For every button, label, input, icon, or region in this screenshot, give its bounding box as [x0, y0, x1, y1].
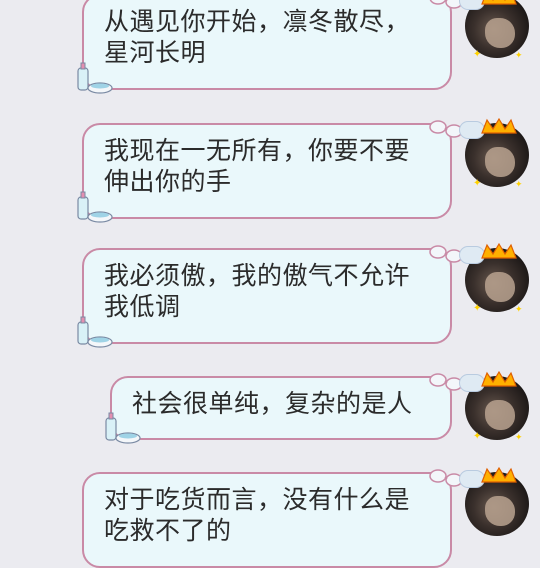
svg-text:✦: ✦ [515, 180, 523, 189]
svg-text:✦: ✦ [515, 433, 523, 442]
message-text: 社会很单纯，复杂的是人 [132, 389, 413, 418]
sparkle-icon: ✦ ✦ [473, 49, 523, 60]
message-text: 我必须傲，我的傲气不允许我低调 [104, 261, 411, 321]
sparkle-icon: ✦ ✦ [473, 431, 523, 442]
sparkle-icon: ✦ ✦ [473, 178, 523, 189]
svg-text:✦: ✦ [515, 305, 523, 314]
avatar[interactable]: ✦ ✦ [459, 117, 529, 189]
message-text: 从遇见你开始，凛冬散尽，星河长明 [104, 7, 411, 67]
message-bubble[interactable]: 社会很单纯，复杂的是人 [105, 373, 463, 444]
message-bubble[interactable]: 对于吃货而言，没有什么是吃救不了的 [82, 469, 463, 568]
avatar[interactable] [459, 466, 529, 536]
svg-text:✦: ✦ [473, 431, 481, 442]
sticker-badge-icon [481, 370, 517, 387]
svg-text:✦: ✦ [473, 49, 481, 60]
lotion-bottle-icon [77, 316, 113, 348]
message-bubble[interactable]: 我必须傲，我的傲气不允许我低调 [77, 245, 463, 348]
svg-text:✦: ✦ [473, 178, 481, 189]
svg-text:✦: ✦ [473, 303, 481, 314]
sticker-badge-icon [481, 466, 517, 483]
sparkle-icon: ✦ ✦ [473, 303, 523, 314]
svg-text:✦: ✦ [515, 51, 523, 60]
avatar[interactable]: ✦ ✦ [459, 370, 529, 442]
lotion-bottle-icon [105, 412, 141, 444]
lotion-bottle-icon [77, 62, 113, 94]
avatar[interactable]: ✦ ✦ [459, 242, 529, 314]
message-bubble[interactable]: 我现在一无所有，你要不要伸出你的手 [77, 120, 463, 223]
message-text: 对于吃货而言，没有什么是吃救不了的 [104, 485, 411, 545]
sticker-badge-icon [481, 0, 517, 5]
lotion-bottle-icon [77, 191, 113, 223]
message-text: 我现在一无所有，你要不要伸出你的手 [104, 136, 411, 196]
sticker-badge-icon [481, 117, 517, 134]
message-bubble[interactable]: 从遇见你开始，凛冬散尽，星河长明 [77, 0, 463, 94]
sticker-badge-icon [481, 242, 517, 259]
avatar[interactable]: ✦ ✦ [459, 0, 529, 60]
